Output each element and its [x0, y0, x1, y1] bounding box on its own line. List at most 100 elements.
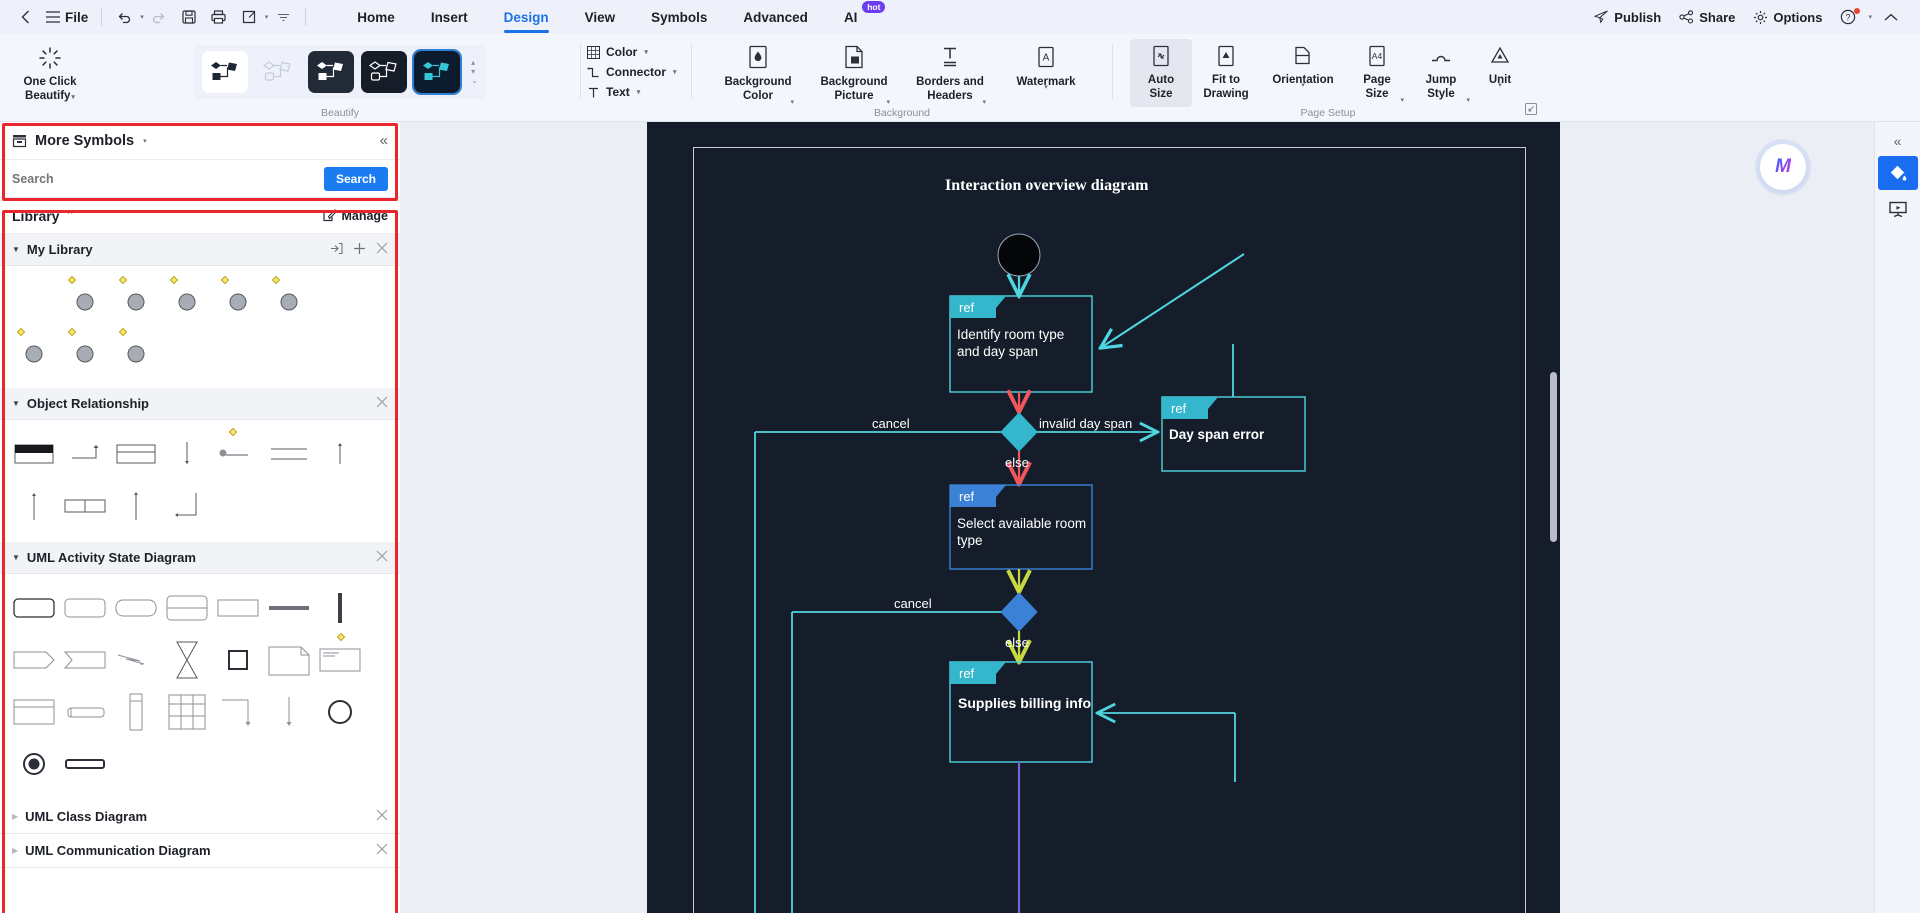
library-symbol-actor-link[interactable] — [212, 427, 263, 480]
library-symbol-rounded-bar[interactable] — [59, 738, 110, 790]
publish-button[interactable]: Publish — [1587, 7, 1668, 28]
uml-class-expand-triangle-icon[interactable]: ▶ — [12, 812, 18, 821]
library-symbol-entity-table[interactable] — [8, 428, 59, 480]
close-icon[interactable] — [376, 550, 388, 565]
color-button[interactable]: Color ▾ — [587, 45, 677, 59]
import-icon[interactable] — [330, 242, 343, 258]
library-symbol-swimlane-grid[interactable] — [161, 686, 212, 738]
close-icon[interactable] — [376, 809, 388, 824]
jump-style-button[interactable]: Jump Style ▾ — [1408, 39, 1474, 107]
tab-insert[interactable]: Insert — [413, 3, 486, 32]
library-symbol[interactable] — [59, 274, 110, 326]
library-symbol[interactable] — [161, 274, 212, 326]
export-icon[interactable] — [234, 4, 264, 30]
library-symbol-annotation[interactable] — [314, 632, 365, 686]
unit-button[interactable]: Unit ▾ — [1474, 39, 1526, 92]
file-menu-button[interactable]: File — [40, 10, 94, 25]
borders-headers-chevron-down-icon[interactable]: ▾ — [982, 98, 986, 106]
more-symbols-chevron-down-icon[interactable]: ▾ — [143, 137, 147, 145]
tab-home[interactable]: Home — [339, 3, 413, 32]
background-color-chevron-down-icon[interactable]: ▾ — [790, 98, 794, 106]
back-icon[interactable] — [10, 4, 40, 30]
library-symbol-zigzag-arrow[interactable] — [110, 634, 161, 686]
unit-chevron-down-icon[interactable]: ▾ — [1498, 81, 1502, 89]
fill-bucket-button[interactable] — [1877, 156, 1918, 190]
gallery-expand-icon[interactable]: ⌄ — [471, 77, 478, 85]
library-symbol[interactable] — [110, 274, 161, 326]
library-symbol-state-round[interactable] — [110, 582, 161, 634]
fit-to-drawing-button[interactable]: Fit to Drawing — [1192, 39, 1260, 107]
library-symbol-plain-box[interactable] — [212, 582, 263, 634]
beautify-style-darker[interactable] — [361, 51, 408, 93]
orientation-button[interactable]: Orientation ▾ — [1260, 39, 1346, 92]
color-chevron-down-icon[interactable]: ▾ — [644, 48, 648, 56]
redo-icon[interactable] — [144, 4, 174, 30]
text-button[interactable]: Text ▾ — [587, 85, 677, 99]
watermark-chevron-down-icon[interactable]: ▾ — [1044, 83, 1048, 91]
close-icon[interactable] — [376, 843, 388, 858]
section-object-relationship-header[interactable]: ▼ Object Relationship — [0, 388, 400, 420]
occ-chevron-down-icon[interactable]: ▾ — [71, 94, 75, 101]
page-size-chevron-down-icon[interactable]: ▾ — [1400, 96, 1404, 104]
page-size-button[interactable]: A4 Page Size ▾ — [1346, 39, 1408, 107]
library-symbol[interactable] — [110, 326, 161, 378]
jump-style-chevron-down-icon[interactable]: ▾ — [1466, 96, 1470, 104]
close-icon[interactable] — [376, 242, 388, 257]
save-icon[interactable] — [174, 4, 204, 30]
connector-chevron-down-icon[interactable]: ▾ — [673, 68, 677, 76]
tab-advanced[interactable]: Advanced — [725, 3, 826, 32]
search-button[interactable]: Search — [323, 166, 388, 191]
options-button[interactable]: Options — [1746, 7, 1829, 28]
uml-activity-expand-triangle-icon[interactable]: ▼ — [12, 553, 20, 562]
object-relationship-expand-triangle-icon[interactable]: ▼ — [12, 399, 20, 408]
background-picture-chevron-down-icon[interactable]: ▾ — [886, 98, 890, 106]
library-symbol-note[interactable] — [263, 634, 314, 686]
page-setup-dialog-launcher[interactable] — [1525, 103, 1537, 118]
gallery-scroll-up-icon[interactable]: ▴ — [471, 59, 478, 67]
library-symbol-split-box[interactable] — [59, 480, 110, 532]
library-symbol-line-plain[interactable] — [110, 480, 161, 532]
beautify-style-white[interactable] — [202, 51, 249, 93]
library-symbol-elbow-connector[interactable] — [212, 686, 263, 738]
library-symbol-elbow-arrow[interactable] — [161, 480, 212, 532]
library-symbol[interactable] — [59, 326, 110, 378]
library-symbol-hourglass[interactable] — [161, 634, 212, 686]
library-symbol-arrow-up[interactable] — [8, 480, 59, 532]
library-symbol[interactable] — [212, 274, 263, 326]
section-uml-class-diagram-header[interactable]: ▶ UML Class Diagram — [0, 800, 400, 834]
library-symbol-pin[interactable] — [59, 686, 110, 738]
diagram-canvas[interactable]: Interaction overview diagram ref Identif… — [647, 122, 1560, 913]
library-collapse-icon[interactable]: ⌃ — [65, 209, 74, 222]
ai-assistant-button[interactable]: M — [1760, 144, 1806, 190]
connector-button[interactable]: Connector ▾ — [587, 65, 677, 79]
library-symbol-vertical-line[interactable] — [161, 428, 212, 480]
beautify-style-dark[interactable] — [308, 51, 355, 93]
library-symbol[interactable] — [8, 326, 59, 378]
background-color-button[interactable]: Background Color ▾ — [710, 39, 806, 109]
library-symbol-activity[interactable] — [8, 582, 59, 634]
section-my-library-header[interactable]: ▼ My Library — [0, 234, 400, 266]
presentation-button[interactable] — [1878, 192, 1918, 226]
beautify-gallery-scroll[interactable]: ▴ ▾ ⌄ — [471, 59, 478, 85]
tab-view[interactable]: View — [567, 3, 634, 32]
beautify-style-blue-selected[interactable] — [412, 49, 463, 95]
panel-collapse-icon[interactable]: « — [380, 132, 388, 149]
section-uml-communication-diagram-header[interactable]: ▶ UML Communication Diagram — [0, 834, 400, 868]
library-symbol-final-node[interactable] — [8, 738, 59, 790]
canvas-scrollbar-vertical[interactable] — [1550, 372, 1557, 542]
library-symbol-relation-arrow[interactable] — [59, 428, 110, 480]
my-library-expand-triangle-icon[interactable]: ▼ — [12, 245, 20, 254]
borders-headers-button[interactable]: Borders and Headers ▾ — [902, 39, 998, 109]
library-symbol-square-thick[interactable] — [212, 634, 263, 686]
close-icon[interactable] — [376, 396, 388, 411]
tab-symbols[interactable]: Symbols — [633, 3, 725, 32]
library-symbol-horizontal-bar[interactable] — [263, 582, 314, 634]
orientation-chevron-down-icon[interactable]: ▾ — [1301, 81, 1305, 89]
manage-button[interactable]: Manage — [323, 209, 388, 223]
undo-icon[interactable] — [109, 4, 139, 30]
help-chevron-down-icon[interactable]: ▾ — [1868, 13, 1872, 21]
library-symbol-entity-box[interactable] — [110, 428, 161, 480]
one-click-beautify-button[interactable]: One Click Beautify▾ — [4, 39, 96, 104]
text-chevron-down-icon[interactable]: ▾ — [637, 88, 641, 96]
right-panel-collapse-icon[interactable]: « — [1894, 128, 1902, 154]
